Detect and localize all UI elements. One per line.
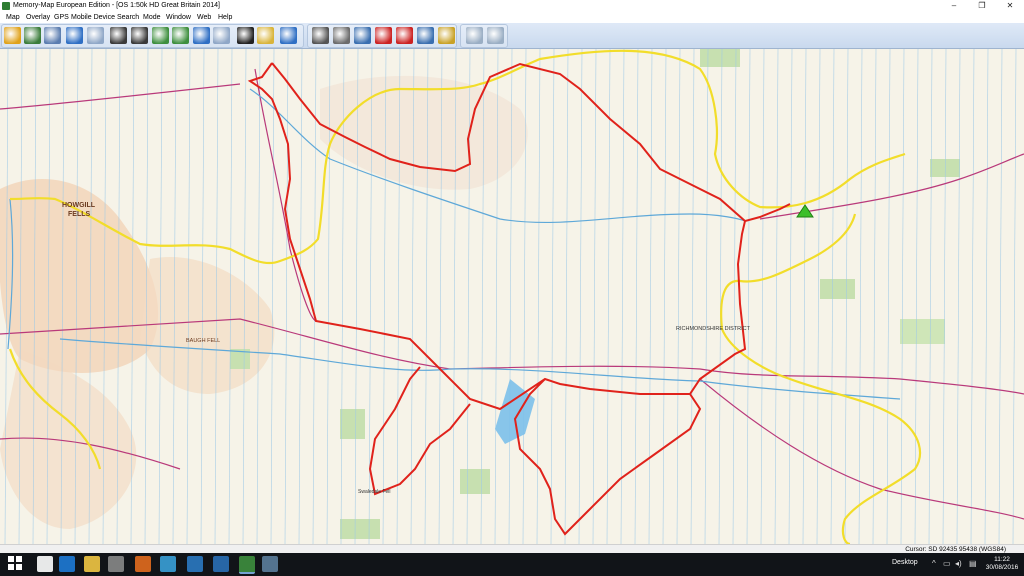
firefox-icon[interactable] xyxy=(135,556,151,572)
howgill-label-line2: FELLS xyxy=(68,211,90,218)
photos-icon[interactable] xyxy=(213,556,229,572)
menu-mode[interactable]: Mode xyxy=(143,13,161,22)
woodland-3 xyxy=(900,319,945,344)
menu-search[interactable]: Search xyxy=(117,13,139,22)
woodland-6 xyxy=(700,49,740,67)
memory-map-icon[interactable] xyxy=(239,556,255,574)
woodland-8 xyxy=(340,409,365,439)
minimize-button[interactable]: – xyxy=(940,0,968,12)
notifications-icon[interactable]: ▤ xyxy=(969,560,977,568)
calculator-icon[interactable] xyxy=(108,556,124,572)
woodland-2 xyxy=(820,279,855,299)
taskbar: Desktop ^ ▭ ◂) ▤ 11:22 30/08/2016 xyxy=(0,553,1024,576)
menu-help[interactable]: Help xyxy=(218,13,232,22)
undo-icon[interactable] xyxy=(66,27,83,44)
track-icon[interactable] xyxy=(396,27,413,44)
back-icon[interactable] xyxy=(193,27,210,44)
scale-up-icon[interactable] xyxy=(152,27,169,44)
taskbar-clock[interactable]: 11:22 30/08/2016 xyxy=(985,556,1019,572)
menu-web[interactable]: Web xyxy=(197,13,211,22)
zoom-out-icon[interactable] xyxy=(131,27,148,44)
close-button[interactable]: ✕ xyxy=(996,0,1024,12)
ruler-icon[interactable] xyxy=(438,27,455,44)
device-upload-icon[interactable] xyxy=(466,27,483,44)
woodland-5 xyxy=(460,469,490,494)
map-view[interactable]: HOWGILL FELLS BAUGH FELL RICHMONDSHIRE D… xyxy=(0,49,1024,544)
device-download-icon[interactable] xyxy=(487,27,504,44)
battery-icon[interactable]: ▭ xyxy=(943,560,951,568)
district-label: RICHMONDSHIRE DISTRICT xyxy=(676,326,751,332)
scale-down-icon[interactable] xyxy=(172,27,189,44)
open-icon[interactable] xyxy=(4,27,21,44)
woodland-4 xyxy=(340,519,380,539)
redo-icon[interactable] xyxy=(87,27,104,44)
show-hidden-icons-icon[interactable]: ^ xyxy=(932,560,936,568)
edge-icon[interactable] xyxy=(59,556,75,572)
mark-icon[interactable] xyxy=(375,27,392,44)
menu-window[interactable]: Window xyxy=(166,13,191,22)
properties-icon[interactable] xyxy=(44,27,61,44)
zoom-in-icon[interactable] xyxy=(110,27,127,44)
baugh-fell-label: BAUGH FELL xyxy=(186,338,220,344)
forward-icon[interactable] xyxy=(213,27,230,44)
route-icon[interactable] xyxy=(354,27,371,44)
restore-button[interactable]: ❐ xyxy=(968,0,996,12)
menu-overlay[interactable]: Overlay xyxy=(26,13,50,22)
camera-icon[interactable] xyxy=(187,556,203,572)
clock-date: 30/08/2016 xyxy=(985,564,1019,571)
binoculars-icon[interactable] xyxy=(237,27,254,44)
help-icon[interactable] xyxy=(280,27,297,44)
paint-icon[interactable] xyxy=(160,556,176,572)
windows-start-icon[interactable] xyxy=(8,556,24,572)
volume-icon[interactable]: ◂) xyxy=(955,560,962,568)
clock-time: 11:22 xyxy=(994,556,1010,563)
howgill-label-line1: HOWGILL xyxy=(62,202,96,209)
desktop-label[interactable]: Desktop xyxy=(892,559,918,566)
overview-map-icon[interactable] xyxy=(24,27,41,44)
menu-mobile-device[interactable]: Mobile Device xyxy=(71,13,115,22)
menu-gps[interactable]: GPS xyxy=(54,13,69,22)
task-view-icon[interactable] xyxy=(37,556,53,572)
gps-tools-icon[interactable] xyxy=(333,27,350,44)
window-title: Memory-Map European Edition - [OS 1:50k … xyxy=(13,2,220,9)
swaledale-fell-label: Swaledale Fell xyxy=(358,489,391,495)
text-icon[interactable] xyxy=(417,27,434,44)
app-icon xyxy=(2,2,10,10)
toolbar xyxy=(0,23,1024,49)
menu-map[interactable]: Map xyxy=(6,13,20,22)
window-switch-icon[interactable] xyxy=(262,556,278,572)
pointer-mode-icon[interactable] xyxy=(257,27,274,44)
print-icon[interactable] xyxy=(312,27,329,44)
file-explorer-icon[interactable] xyxy=(84,556,100,572)
title-bar: Memory-Map European Edition - [OS 1:50k … xyxy=(0,0,1024,12)
